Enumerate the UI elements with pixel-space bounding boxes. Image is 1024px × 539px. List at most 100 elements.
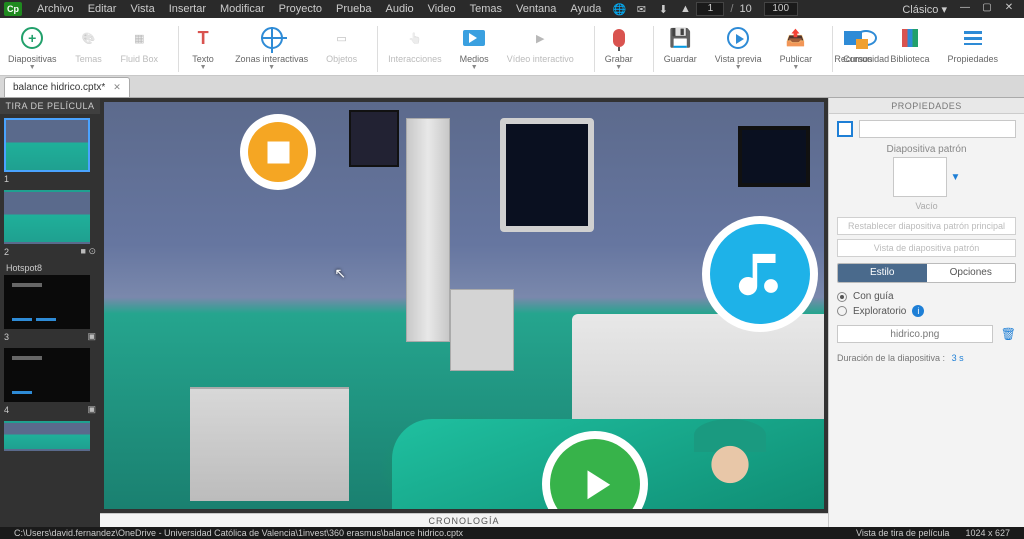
music-note-icon (732, 247, 787, 302)
menu-temas[interactable]: Temas (463, 3, 509, 15)
window-minimize-icon[interactable]: — (954, 2, 976, 16)
style-options-segment[interactable]: Estilo Opciones (837, 263, 1016, 283)
menu-archivo[interactable]: Archivo (30, 3, 81, 15)
close-tab-icon[interactable]: ✕ (113, 82, 121, 93)
slide-thumb-5[interactable] (4, 421, 90, 451)
status-dimensions: 1024 x 627 (957, 528, 1018, 538)
slide-number: 2 (4, 247, 9, 257)
window-close-icon[interactable]: ✕ (998, 2, 1020, 16)
slide-type-icon[interactable] (837, 121, 853, 137)
media-icon (463, 30, 485, 46)
tool-interactions: 👆Interacciones (388, 22, 442, 64)
tool-text[interactable]: T Texto▼ (189, 22, 217, 71)
tool-media[interactable]: Medios▼ (460, 22, 489, 71)
master-slide-label: Diapositiva patrón (837, 144, 1016, 155)
master-slide-thumb[interactable] (893, 157, 947, 197)
properties-header: PROPIEDADES (829, 98, 1024, 114)
resources-icon (844, 31, 862, 45)
save-icon: 💾 (669, 28, 691, 49)
info-icon[interactable]: i (912, 305, 924, 317)
scene-pillar (406, 118, 449, 342)
menu-ventana[interactable]: Ventana (509, 3, 563, 15)
tool-preview[interactable]: Vista previa▼ (715, 22, 762, 71)
tool-record[interactable]: Grabar▼ (605, 22, 633, 71)
workspace-selector[interactable]: Clásico ▾ (895, 3, 954, 16)
download-icon[interactable]: ⬇ (654, 2, 672, 16)
menu-video[interactable]: Video (421, 3, 463, 15)
status-filepath: C:\Users\david.fernandez\OneDrive - Univ… (6, 528, 471, 538)
scene-monitor (500, 118, 594, 232)
master-slide-name: Vacío (837, 201, 1016, 211)
tool-fluidbox: ▦Fluid Box (121, 22, 159, 64)
menu-prueba[interactable]: Prueba (329, 3, 378, 15)
trash-icon[interactable]: 🗑 (1001, 327, 1016, 341)
tool-library[interactable]: Biblioteca (890, 22, 929, 64)
slide-canvas[interactable]: ↖ (104, 102, 824, 509)
radio-exploratory[interactable]: Exploratorio i (837, 305, 1016, 317)
ribbon: Diapositivas▼ 🎨Temas ▦Fluid Box T Texto▼… (0, 18, 1024, 76)
play-triangle-icon (571, 460, 621, 509)
slide-number: 4 (4, 405, 9, 415)
tool-resources[interactable]: Recursos (834, 22, 872, 64)
scene-bedside (190, 387, 348, 501)
reset-master-button: Restablecer diapositiva patrón principal (837, 217, 1016, 235)
menu-insertar[interactable]: Insertar (162, 3, 213, 15)
menu-proyecto[interactable]: Proyecto (272, 3, 329, 15)
canvas-area[interactable]: ↖ (100, 98, 828, 513)
image-icon (262, 136, 295, 169)
video-indicator-icon: ■ ⊙ (81, 246, 96, 257)
properties-icon (964, 31, 982, 45)
menu-editar[interactable]: Editar (81, 3, 124, 15)
slide-name-input[interactable] (859, 120, 1016, 138)
segment-style[interactable]: Estilo (838, 264, 927, 282)
play-circle-icon (727, 27, 749, 49)
slide-thumb-1[interactable] (4, 118, 90, 172)
slide-thumb-3[interactable] (4, 275, 90, 329)
cursor-icon: ↖ (334, 265, 346, 282)
radio-guided[interactable]: Con guía (837, 291, 1016, 302)
view-master-button: Vista de diapositiva patrón (837, 239, 1016, 257)
tool-zones[interactable]: Zonas interactivas▼ (235, 22, 308, 71)
tool-publish[interactable]: 📤 Publicar▼ (780, 22, 813, 71)
microphone-icon (613, 29, 625, 47)
slide-thumb-4[interactable] (4, 348, 90, 402)
document-tab[interactable]: balance hidrico.cptx* ✕ (4, 77, 130, 97)
library-icon (902, 29, 918, 47)
timeline-header[interactable]: CRONOLOGÍA (100, 513, 828, 527)
globe-icon[interactable]: 🌐 (610, 2, 628, 16)
slide-indicator-icon: ▣ (87, 404, 96, 415)
slide-duration-value[interactable]: 3 s (952, 353, 964, 363)
filmstrip-header: TIRA DE PELÍCULA (0, 98, 100, 114)
slide-number: 1 (4, 174, 9, 184)
tool-properties[interactable]: Propiedades (947, 22, 998, 64)
publish-icon: 📤 (786, 28, 806, 48)
text-icon: T (198, 28, 209, 49)
hotspot-audio[interactable] (710, 224, 810, 324)
radio-dot-icon (837, 292, 847, 302)
target-icon (261, 27, 283, 49)
stepper-up-icon[interactable]: ▲ (676, 2, 694, 16)
slide-number: 3 (4, 332, 9, 342)
tool-slides[interactable]: Diapositivas▼ (8, 22, 57, 71)
menu-vista[interactable]: Vista (123, 3, 161, 15)
menu-audio[interactable]: Audio (379, 3, 421, 15)
page-total: 10 (739, 3, 751, 15)
zoom-value[interactable]: 100 (764, 2, 798, 16)
status-bar: C:\Users\david.fernandez\OneDrive - Univ… (0, 527, 1024, 539)
slide-thumb-2[interactable] (4, 190, 90, 244)
page-current[interactable]: 1 (696, 2, 724, 16)
tool-save[interactable]: 💾 Guardar (664, 22, 697, 64)
hotspot-image[interactable] (248, 122, 308, 182)
background-image-field[interactable]: hidrico.png (837, 325, 993, 343)
scene-cart (450, 289, 515, 370)
segment-options[interactable]: Opciones (927, 264, 1016, 282)
mail-icon[interactable]: ✉ (632, 2, 650, 16)
menu-ayuda[interactable]: Ayuda (563, 3, 608, 15)
window-maximize-icon[interactable]: ▢ (976, 2, 998, 16)
chevron-down-icon[interactable]: ▼ (951, 172, 961, 183)
tool-objects: ▭Objetos (326, 22, 357, 64)
tool-interactive-video: ▶Vídeo interactivo (507, 22, 574, 64)
menu-modificar[interactable]: Modificar (213, 3, 272, 15)
status-view: Vista de tira de película (848, 528, 957, 538)
scene-tv (738, 126, 810, 187)
